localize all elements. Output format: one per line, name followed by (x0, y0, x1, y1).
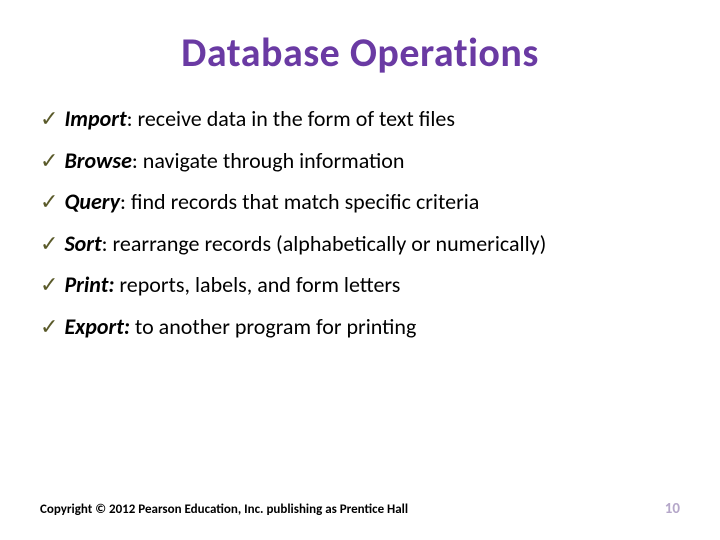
desc: receive data in the form of text files (137, 105, 455, 132)
sep: : (127, 105, 138, 132)
term: Sort (64, 230, 101, 257)
list-item: ✓ Export: to another program for printin… (40, 313, 680, 341)
list-item-text: Import: receive data in the form of text… (64, 105, 455, 133)
check-icon: ✓ (40, 271, 58, 299)
list-item: ✓ Sort: rearrange records (alphabeticall… (40, 230, 680, 258)
list-item: ✓ Query: find records that match specifi… (40, 188, 680, 216)
list-item-text: Browse: navigate through information (64, 147, 404, 175)
slide: Database Operations ✓ Import: receive da… (0, 0, 720, 540)
check-icon: ✓ (40, 105, 58, 133)
list-item-text: Sort: rearrange records (alphabetically … (64, 230, 546, 258)
desc: rearrange records (alphabetically or num… (113, 230, 547, 257)
bullet-list: ✓ Import: receive data in the form of te… (40, 105, 680, 340)
list-item-text: Export: to another program for printing (64, 313, 416, 341)
list-item: ✓ Browse: navigate through information (40, 147, 680, 175)
check-icon: ✓ (40, 230, 58, 258)
list-item-text: Query: find records that match specific … (64, 188, 479, 216)
page-number: 10 (665, 500, 680, 518)
list-item: ✓ Import: receive data in the form of te… (40, 105, 680, 133)
term: Print: (64, 271, 114, 298)
sep: : (120, 188, 131, 215)
list-item: ✓ Print: reports, labels, and form lette… (40, 271, 680, 299)
check-icon: ✓ (40, 313, 58, 341)
list-item-text: Print: reports, labels, and form letters (64, 271, 400, 299)
term: Query (64, 188, 120, 215)
check-icon: ✓ (40, 188, 58, 216)
desc: find records that match specific criteri… (131, 188, 479, 215)
desc: navigate through information (143, 147, 405, 174)
desc: reports, labels, and form letters (119, 271, 400, 298)
term: Import (64, 105, 126, 132)
desc: to another program for printing (135, 313, 416, 340)
sep: : (102, 230, 113, 257)
copyright-text: Copyright © 2012 Pearson Education, Inc.… (40, 502, 408, 517)
page-title: Database Operations (40, 28, 680, 77)
term: Browse (64, 147, 131, 174)
footer: Copyright © 2012 Pearson Education, Inc.… (40, 500, 680, 518)
check-icon: ✓ (40, 147, 58, 175)
sep: : (132, 147, 143, 174)
term: Export: (64, 313, 130, 340)
